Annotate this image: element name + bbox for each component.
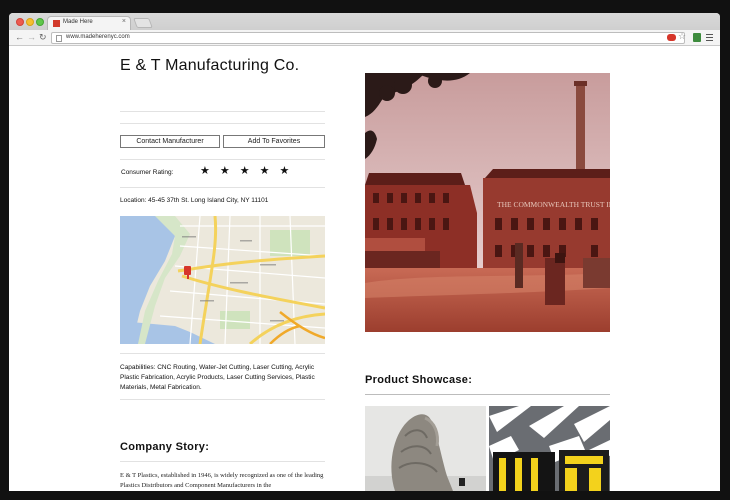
divider bbox=[120, 187, 325, 188]
rating-stars: ★★★★★ bbox=[200, 165, 300, 177]
product-showcase-heading: Product Showcase: bbox=[365, 374, 473, 386]
tab-bar: Made Here × bbox=[9, 13, 720, 31]
browser-toolbar: ← → ↻ www.madeherenyc.com ☆ bbox=[9, 30, 720, 46]
divider bbox=[120, 461, 325, 462]
back-arrow-icon[interactable]: ← bbox=[15, 32, 24, 43]
product-thumbnail-chair[interactable] bbox=[365, 406, 486, 491]
factory-sign-text: THE COMMONWEALTH TRUST INDIA bbox=[497, 200, 610, 209]
reload-icon[interactable]: ↻ bbox=[39, 32, 47, 43]
tab-title: Made Here bbox=[63, 19, 93, 25]
close-window-button[interactable] bbox=[16, 18, 24, 26]
location-text: Location: 45-45 37th St. Long Island Cit… bbox=[120, 197, 269, 204]
divider bbox=[120, 353, 325, 354]
add-to-favorites-button[interactable]: Add To Favorites bbox=[223, 135, 325, 148]
factory-photo-graphic: THE COMMONWEALTH TRUST INDIA bbox=[365, 73, 610, 332]
url-text[interactable]: www.madeherenyc.com bbox=[66, 34, 130, 40]
minimize-window-button[interactable] bbox=[26, 18, 34, 26]
company-name: E & T Manufacturing Co. bbox=[120, 57, 300, 74]
forward-arrow-icon[interactable]: → bbox=[27, 32, 36, 43]
chair-product-image bbox=[365, 406, 486, 491]
extension-red-icon[interactable] bbox=[667, 34, 676, 41]
consumer-rating-label: Consumer Rating: bbox=[121, 169, 174, 176]
company-story-heading: Company Story: bbox=[120, 441, 210, 453]
tab-close-icon[interactable]: × bbox=[122, 18, 126, 25]
map-graphic bbox=[120, 216, 325, 344]
address-bar[interactable]: www.madeherenyc.com bbox=[51, 32, 685, 44]
bookmark-star-icon[interactable]: ☆ bbox=[678, 31, 686, 42]
maximize-window-button[interactable] bbox=[36, 18, 44, 26]
extension-green-icon[interactable] bbox=[693, 33, 701, 42]
company-story-text: E & T Plastics, established in 1946, is … bbox=[120, 472, 324, 489]
divider bbox=[120, 159, 325, 160]
favicon-icon bbox=[53, 20, 60, 27]
display-product-image bbox=[489, 406, 610, 491]
browser-window: Made Here × ← → ↻ www.madeherenyc.com ☆ … bbox=[9, 13, 720, 491]
web-page: E & T Manufacturing Co. Contact Manufact… bbox=[9, 47, 720, 491]
factory-photo: THE COMMONWEALTH TRUST INDIA bbox=[365, 73, 610, 332]
page-icon bbox=[56, 35, 62, 42]
divider bbox=[120, 111, 325, 112]
divider bbox=[120, 399, 325, 400]
capabilities-text: Capabilities: CNC Routing, Water-Jet Cut… bbox=[120, 364, 315, 391]
location-map[interactable] bbox=[120, 216, 325, 344]
screen-frame: Made Here × ← → ↻ www.madeherenyc.com ☆ … bbox=[0, 0, 730, 500]
divider bbox=[120, 123, 325, 124]
contact-manufacturer-button[interactable]: Contact Manufacturer bbox=[120, 135, 220, 148]
browser-tab[interactable]: Made Here × bbox=[47, 16, 131, 31]
new-tab-button[interactable] bbox=[133, 18, 153, 28]
menu-icon[interactable] bbox=[706, 34, 713, 43]
divider bbox=[365, 394, 610, 395]
product-thumbnail-display[interactable] bbox=[489, 406, 610, 491]
